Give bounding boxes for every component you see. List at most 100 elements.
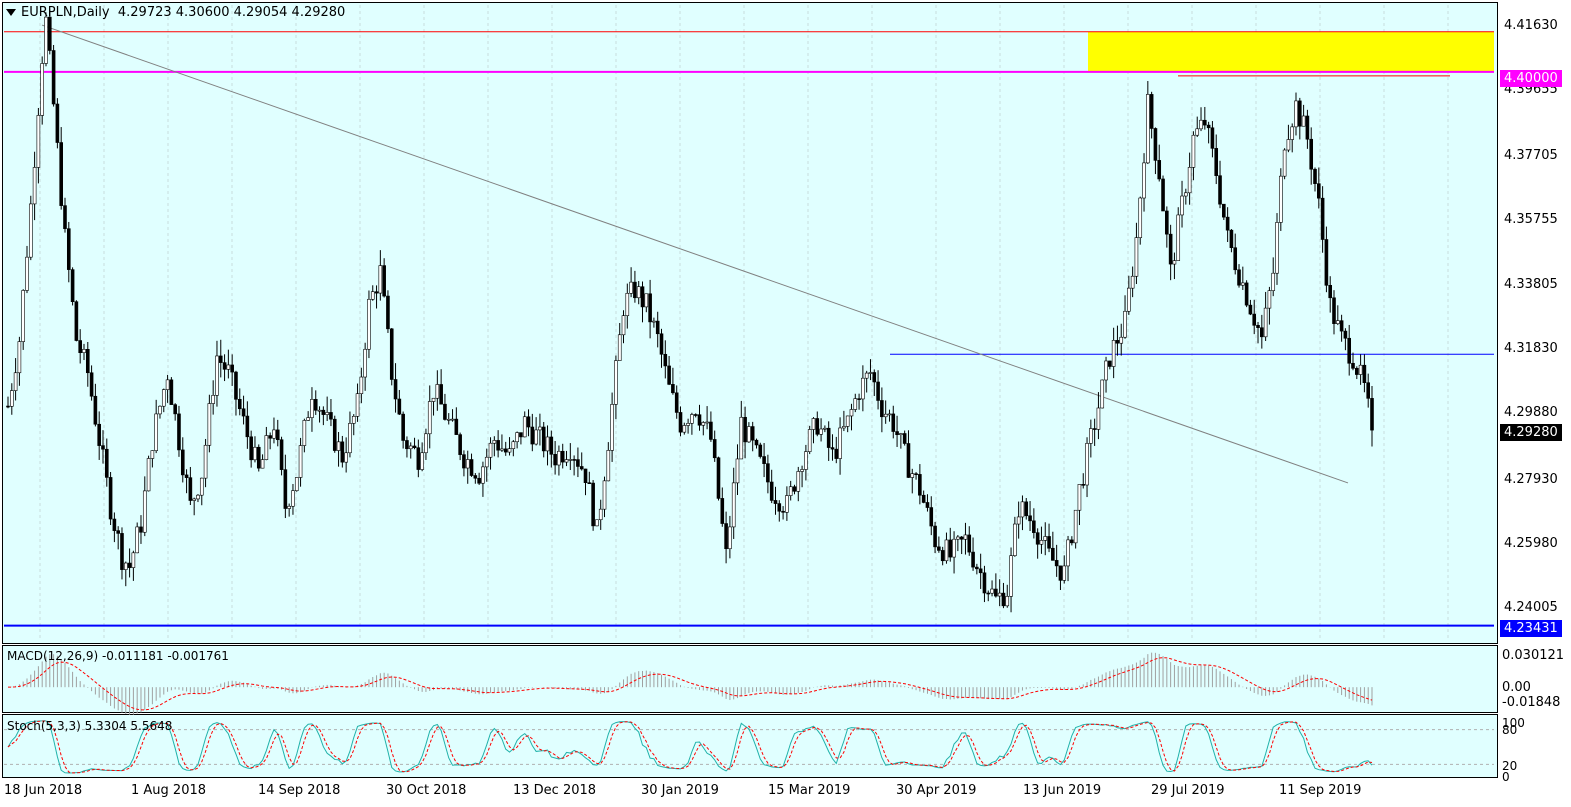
- candle-body: [294, 477, 299, 492]
- candle-body: [1051, 547, 1055, 561]
- candle-body: [891, 413, 896, 432]
- candle-body: [165, 379, 170, 390]
- candle-body: [697, 414, 702, 426]
- candle-body: [557, 450, 561, 466]
- candle-body: [728, 526, 732, 550]
- candle-body: [743, 416, 747, 443]
- chart-window[interactable]: EURPLN,Daily 4.29723 4.30600 4.29054 4.2…: [0, 0, 1571, 807]
- price-tick-label: 4.27930: [1504, 472, 1558, 487]
- candle-body: [952, 538, 956, 558]
- candle-body: [484, 456, 489, 468]
- candle-body: [826, 427, 831, 448]
- candle-body: [1267, 290, 1272, 309]
- candle-body: [355, 393, 360, 417]
- candle-body: [237, 398, 242, 410]
- candle-body: [78, 340, 82, 353]
- candle-body: [340, 441, 345, 463]
- time-tick-label: 30 Apr 2019: [896, 783, 977, 798]
- candle-body: [724, 523, 728, 550]
- candle-body: [712, 439, 717, 459]
- candle-body: [572, 459, 576, 461]
- candle-body: [230, 364, 234, 373]
- candle-body: [405, 440, 409, 450]
- candle-body: [245, 415, 250, 438]
- candle-body: [253, 446, 257, 461]
- candle-body: [408, 445, 413, 450]
- candle-body: [766, 463, 770, 483]
- candle-body: [568, 459, 573, 461]
- candle-body: [70, 269, 75, 303]
- candle-body: [667, 365, 671, 385]
- candle-body: [1111, 340, 1116, 367]
- candle-body: [367, 298, 371, 350]
- candle-body: [1271, 272, 1276, 291]
- candle-body: [63, 205, 67, 229]
- candle-body: [982, 572, 987, 594]
- candle-body: [811, 418, 816, 430]
- stoch-tick-label: 80: [1502, 723, 1518, 737]
- candle-body: [192, 498, 196, 501]
- candle-body: [36, 115, 41, 168]
- candle-body: [13, 372, 18, 391]
- candle-body: [1218, 175, 1222, 205]
- candle-body: [819, 428, 823, 435]
- candle-body: [1298, 100, 1302, 127]
- candle-body: [978, 568, 983, 574]
- candle-body: [690, 414, 694, 424]
- candle-body: [686, 423, 690, 426]
- resistance-price-tag: 4.40000: [1500, 70, 1562, 87]
- candle-body: [215, 355, 219, 396]
- candle-body: [549, 436, 554, 455]
- current-price-tag: 4.29280: [1500, 424, 1562, 441]
- time-tick-label: 15 Mar 2019: [768, 783, 851, 798]
- candle-body: [325, 412, 329, 415]
- candle-body: [469, 459, 474, 476]
- candle-body: [97, 423, 101, 446]
- candle-body: [545, 436, 550, 452]
- candle-body: [845, 415, 850, 427]
- candle-body: [146, 458, 151, 492]
- candle-body: [933, 525, 937, 548]
- candle-body: [747, 426, 751, 443]
- candle-body: [1320, 197, 1325, 240]
- candle-body: [583, 468, 588, 483]
- candle-body: [1275, 222, 1279, 274]
- candle-body: [47, 16, 52, 51]
- candle-body: [439, 384, 443, 405]
- candle-body: [496, 440, 500, 451]
- candle-body: [427, 401, 432, 435]
- candle-body: [1328, 285, 1333, 299]
- candle-body: [678, 412, 683, 433]
- candle-body: [435, 384, 440, 399]
- price-tick-label: 4.31830: [1504, 341, 1558, 356]
- candle-body: [1047, 536, 1051, 549]
- time-tick-label: 13 Jun 2019: [1023, 783, 1102, 798]
- candle-body: [534, 429, 538, 445]
- chart-canvas: [4, 5, 1494, 774]
- candle-body: [481, 466, 485, 484]
- candle-body: [131, 552, 136, 568]
- time-tick-label: 30 Oct 2018: [386, 783, 467, 798]
- candle-body: [530, 426, 535, 445]
- candle-body: [971, 551, 975, 568]
- candle-body: [260, 459, 265, 469]
- candle-body: [424, 433, 428, 454]
- candle-body: [1028, 515, 1032, 522]
- candle-body: [948, 539, 953, 558]
- price-tick-label: 4.37705: [1504, 148, 1558, 163]
- candle-body: [150, 450, 155, 459]
- candle-body: [895, 431, 899, 436]
- candle-body: [264, 435, 269, 460]
- candle-body: [1092, 428, 1097, 430]
- candle-body: [975, 566, 979, 570]
- candle-body: [207, 403, 212, 446]
- time-tick-label: 13 Dec 2018: [513, 783, 597, 798]
- triangle-down-icon[interactable]: [6, 9, 16, 16]
- candle-body: [610, 404, 614, 451]
- candle-body: [587, 482, 592, 484]
- candle-body: [127, 562, 132, 568]
- candle-body: [1195, 128, 1200, 136]
- candle-body: [241, 408, 246, 417]
- candle-body: [754, 439, 759, 446]
- candle-body: [1035, 532, 1040, 545]
